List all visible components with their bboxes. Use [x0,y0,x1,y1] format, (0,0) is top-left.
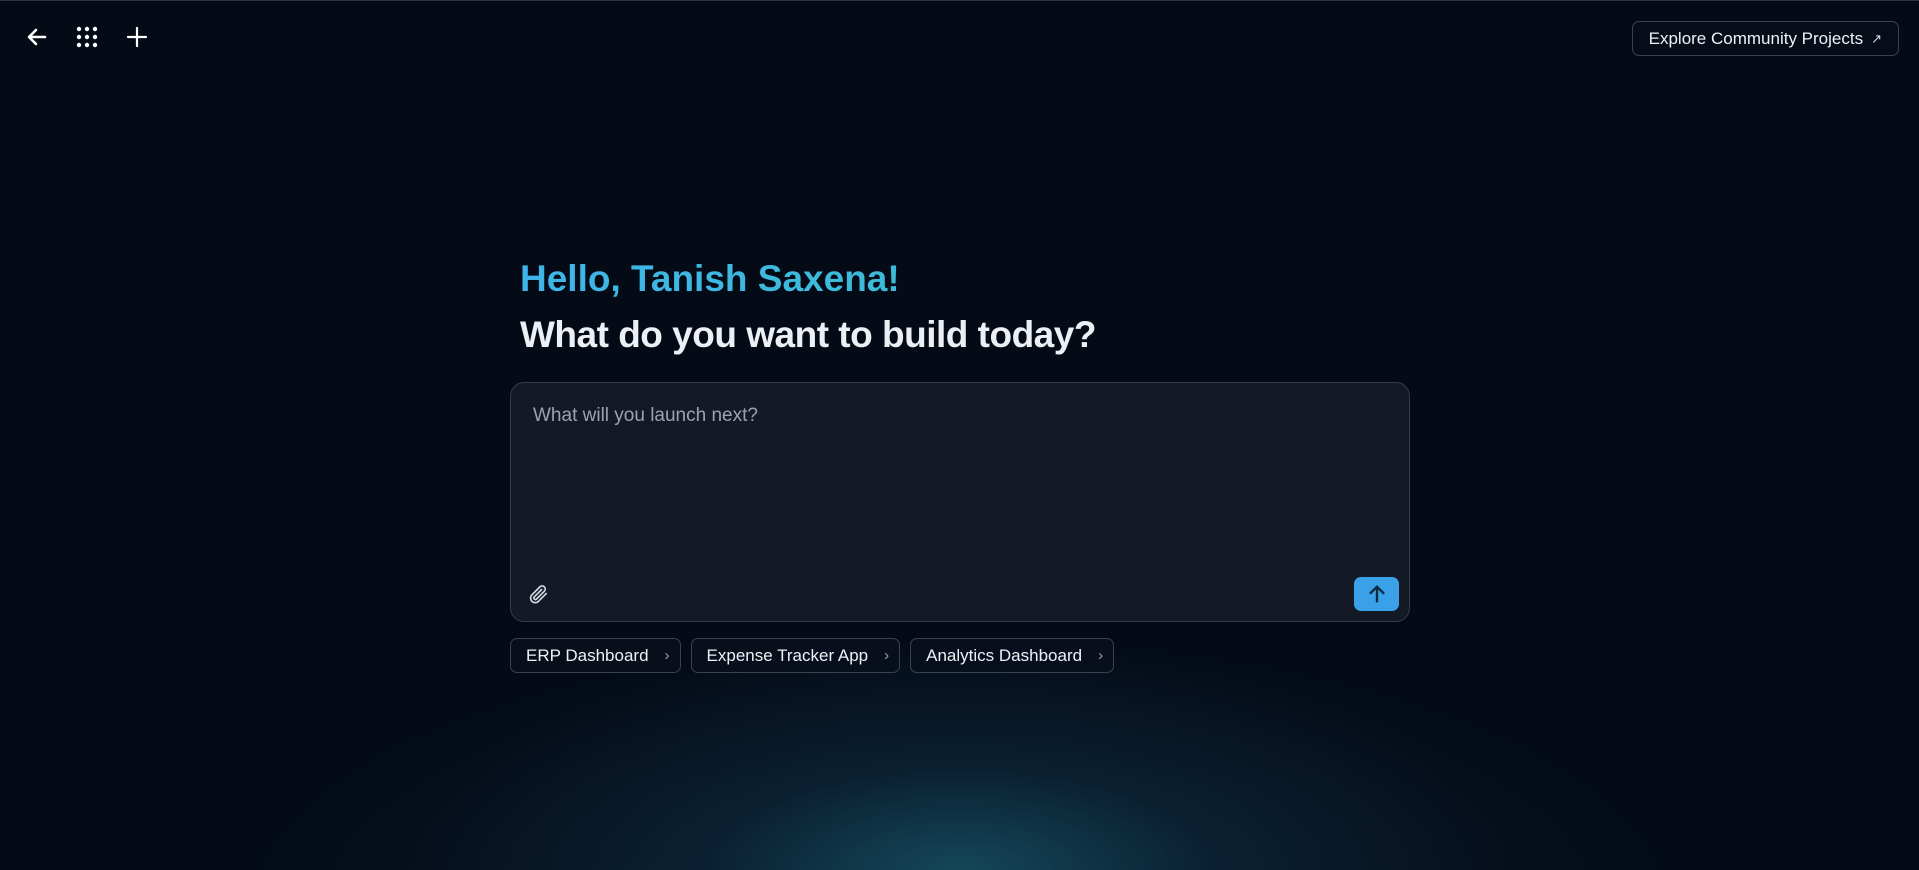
send-button[interactable] [1354,577,1399,611]
suggestion-analytics-dashboard[interactable]: Analytics Dashboard › [910,638,1115,673]
attach-file-button[interactable] [523,579,553,609]
back-button[interactable] [20,20,54,54]
external-arrow-icon: ↗ [1871,30,1882,46]
plus-icon [126,26,148,48]
greeting-heading: Hello, Tanish Saxena! [520,254,1096,304]
new-project-button[interactable] [120,20,154,54]
page-title: What do you want to build today? [520,314,1096,355]
suggestion-label: ERP Dashboard [526,645,649,665]
paperclip-icon [529,585,548,604]
apps-grid-button[interactable] [70,20,104,54]
chevron-right-icon: › [1098,647,1104,664]
arrow-left-icon [27,28,47,46]
chevron-right-icon: › [884,647,890,664]
arrow-up-icon [1368,585,1385,603]
suggestion-label: Expense Tracker App [706,645,869,665]
prompt-input[interactable] [531,403,1385,537]
suggestion-erp-dashboard[interactable]: ERP Dashboard › [510,638,681,673]
explore-label: Explore Community Projects [1648,28,1864,48]
hero: Hello, Tanish Saxena! What do you want t… [520,254,1096,360]
top-nav [20,20,154,54]
suggestion-chips: ERP Dashboard › Expense Tracker App › An… [510,638,1115,673]
suggestion-label: Analytics Dashboard [926,645,1083,665]
top-border [0,0,1919,1]
grid-dots-icon [76,26,98,48]
suggestion-expense-tracker-app[interactable]: Expense Tracker App › [690,638,901,673]
explore-community-projects-button[interactable]: Explore Community Projects ↗ [1631,21,1899,56]
chevron-right-icon: › [664,647,670,664]
prompt-composer [510,382,1410,622]
